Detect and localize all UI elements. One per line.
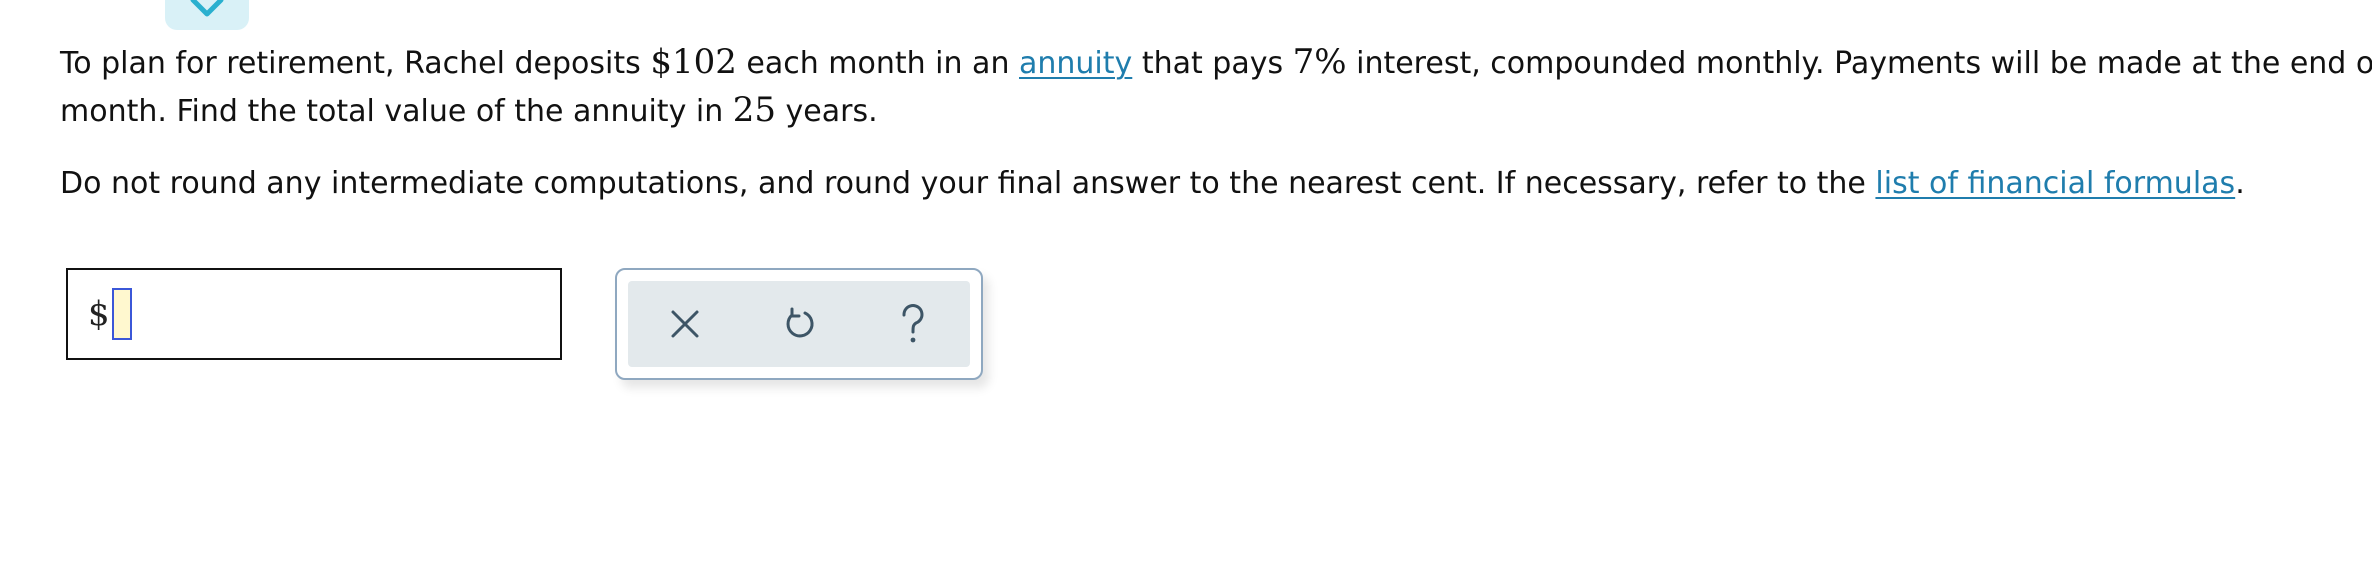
answer-tools-bar <box>628 281 970 367</box>
question-paragraph-1: To plan for retirement, Rachel deposits … <box>60 38 2372 88</box>
clear-button[interactable] <box>650 289 720 359</box>
question-text: each month in an <box>736 46 1019 81</box>
close-icon <box>671 310 699 338</box>
financial-formulas-link[interactable]: list of financial formulas <box>1875 166 2235 201</box>
interest-rate: 7% <box>1292 42 1347 82</box>
annuity-link[interactable]: annuity <box>1019 46 1132 81</box>
question-page: To plan for retirement, Rachel deposits … <box>0 0 2372 582</box>
question-text: years. <box>776 94 878 129</box>
collapse-toggle[interactable] <box>165 0 249 30</box>
undo-button[interactable] <box>764 289 834 359</box>
answer-input[interactable] <box>111 288 132 340</box>
answer-box[interactable]: $ <box>66 268 562 360</box>
question-paragraph-2: month. Find the total value of the annui… <box>60 86 2330 136</box>
help-icon <box>902 304 924 343</box>
instructions-text: . <box>2235 166 2245 201</box>
question-text: month. Find the total value of the annui… <box>60 94 733 129</box>
help-button[interactable] <box>878 289 948 359</box>
instructions-paragraph: Do not round any intermediate computatio… <box>60 160 2330 208</box>
instructions-text: Do not round any intermediate computatio… <box>60 166 1876 201</box>
answer-tools-panel <box>615 268 983 380</box>
chevron-down-icon <box>190 0 224 17</box>
question-text: interest, compounded monthly. Payments w… <box>1346 46 2372 81</box>
currency-prefix: $ <box>88 294 110 334</box>
undo-icon <box>786 307 814 338</box>
question-text: To plan for retirement, Rachel deposits <box>60 46 651 81</box>
deposit-amount: $102 <box>650 42 737 82</box>
question-text: that pays <box>1132 46 1293 81</box>
years-value: 25 <box>732 90 777 130</box>
